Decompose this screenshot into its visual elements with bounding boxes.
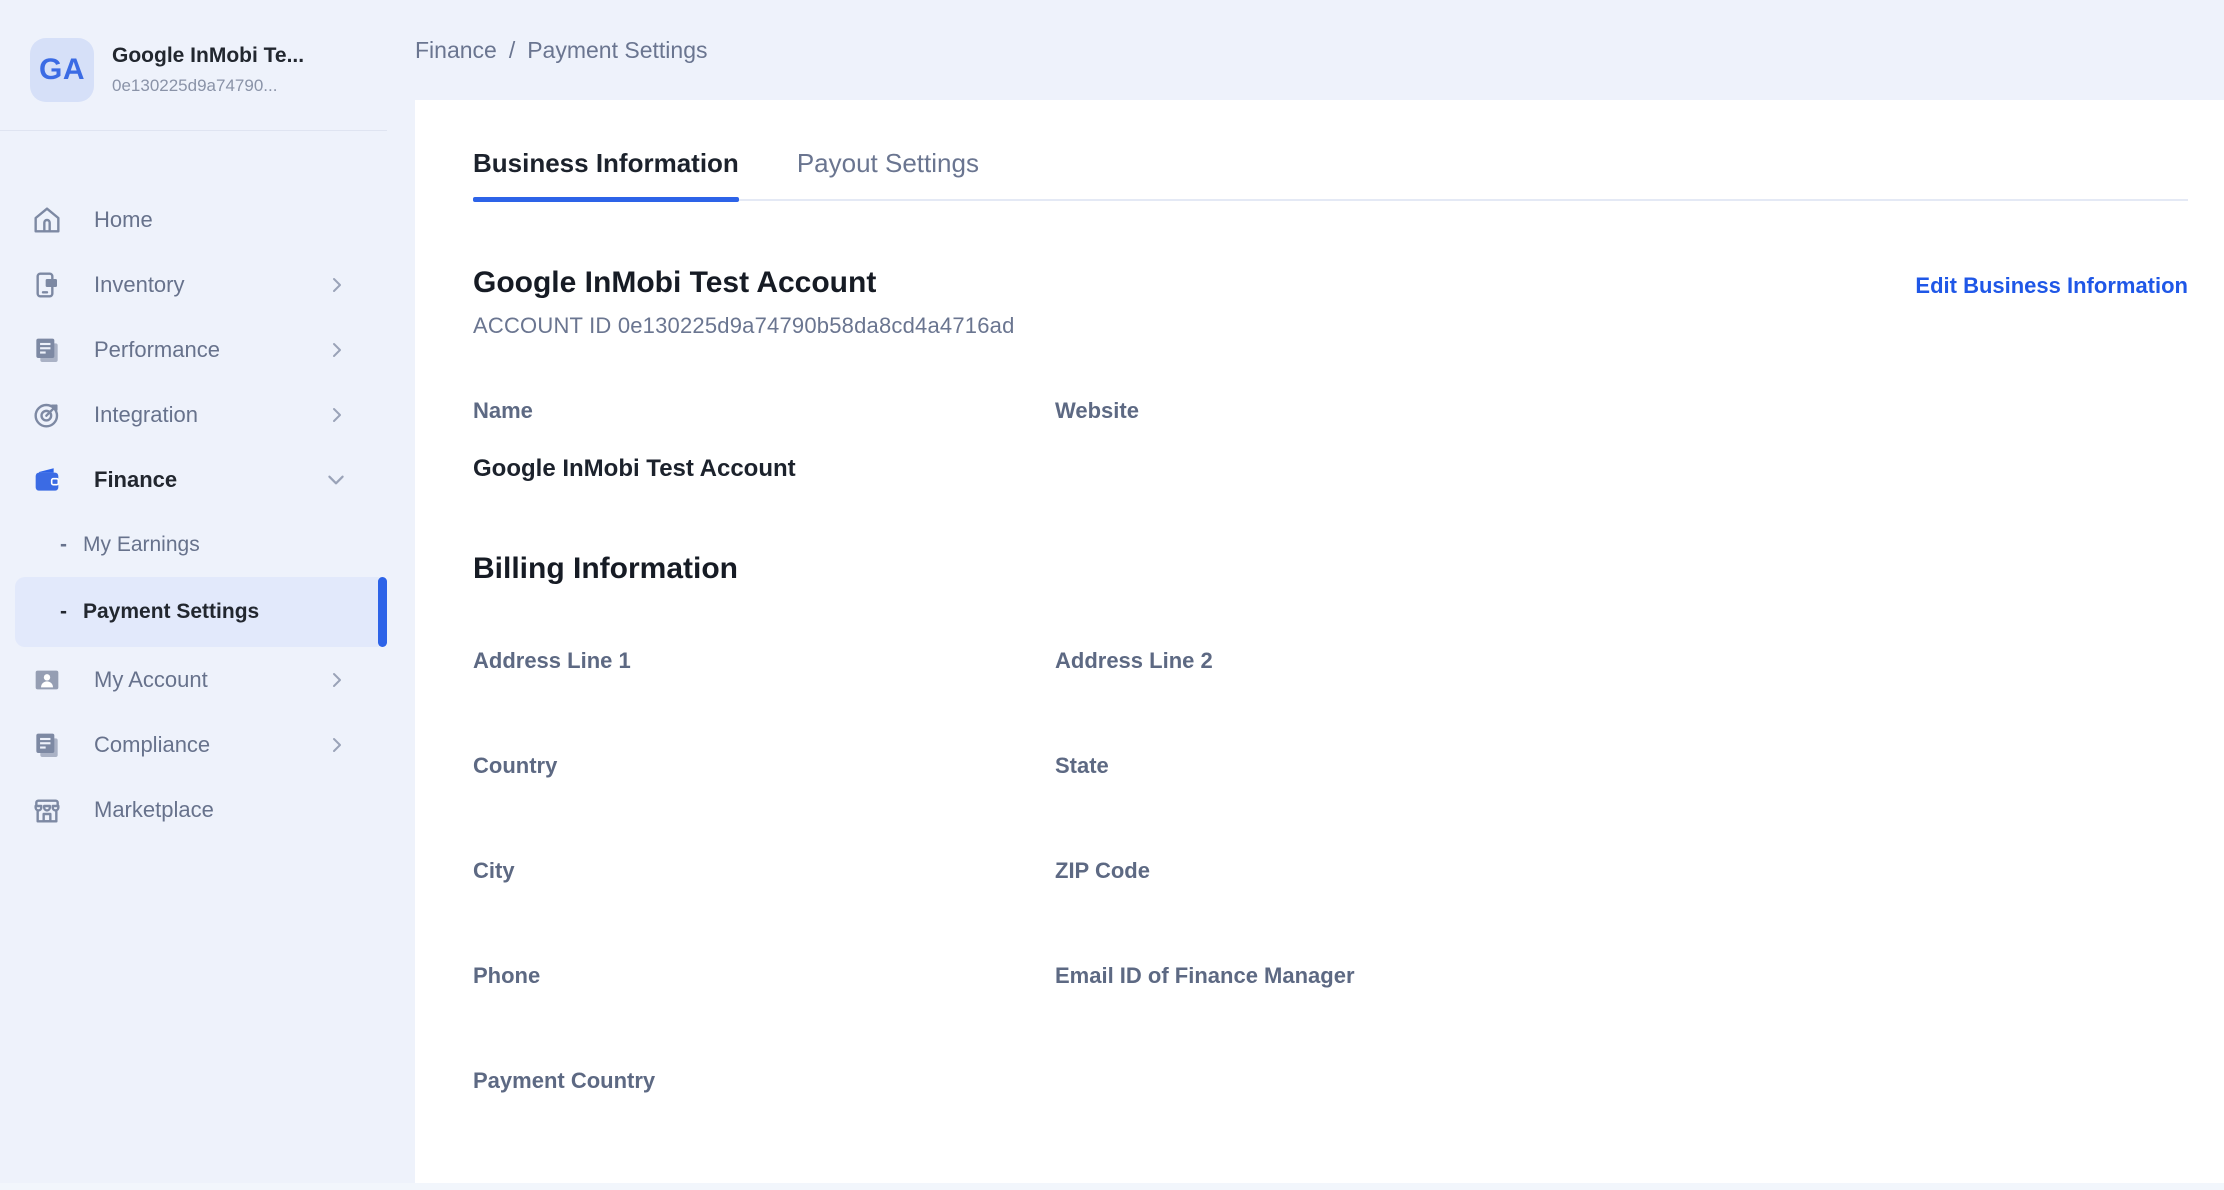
sidebar-item-label: My Earnings: [83, 533, 200, 557]
chevron-right-icon: [327, 340, 347, 360]
sidebar-item-compliance[interactable]: Compliance: [0, 712, 387, 777]
business-info-header: Google InMobi Test Account ACCOUNT ID 0e…: [473, 263, 2188, 339]
field-value: [473, 913, 1055, 945]
field-address-line-1: Address Line 1: [473, 647, 1055, 752]
field-label: City: [473, 857, 1055, 885]
field-zip-code: ZIP Code: [1055, 857, 2188, 962]
wallet-icon: [30, 463, 64, 497]
field-label: Payment Country: [473, 1067, 1055, 1095]
bottom-edge-strip: [0, 1183, 2224, 1190]
tab-business-information[interactable]: Business Information: [473, 148, 739, 199]
chevron-right-icon: [327, 670, 347, 690]
sidebar-item-finance[interactable]: Finance: [0, 447, 387, 512]
field-label: Website: [1055, 397, 2188, 425]
field-label: ZIP Code: [1055, 857, 2188, 885]
account-id-line: ACCOUNT ID 0e130225d9a74790b58da8cd4a471…: [473, 313, 1015, 339]
billing-information-heading: Billing Information: [473, 549, 2188, 589]
business-fields: Name Google InMobi Test Account Website: [473, 397, 2188, 485]
sidebar-item-label: Inventory: [94, 272, 185, 298]
breadcrumb-current: Payment Settings: [527, 37, 707, 64]
sidebar-item-payment-settings[interactable]: - Payment Settings: [15, 577, 387, 647]
account-id-value: 0e130225d9a74790b58da8cd4a4716ad: [618, 313, 1015, 338]
account-meta: Google InMobi Te... 0e130225d9a74790...: [112, 44, 304, 96]
field-value: [473, 808, 1055, 840]
field-value: [1055, 703, 2188, 735]
account-name: Google InMobi Te...: [112, 44, 304, 68]
field-website: Website: [1055, 397, 2188, 485]
edit-business-information-link[interactable]: Edit Business Information: [1915, 273, 2188, 299]
field-payment-country: Payment Country: [473, 1067, 1055, 1172]
sidebar-nav: Home Inventory: [0, 187, 387, 842]
sidebar-item-my-account[interactable]: My Account: [0, 647, 387, 712]
tab-payout-settings[interactable]: Payout Settings: [797, 148, 979, 199]
field-value: [1055, 808, 2188, 840]
field-label: Country: [473, 752, 1055, 780]
breadcrumb: Finance / Payment Settings: [387, 0, 2224, 100]
tab-bar: Business Information Payout Settings: [473, 100, 2188, 201]
sidebar-item-label: Integration: [94, 402, 198, 428]
account-avatar: GA: [30, 38, 94, 102]
chevron-right-icon: [327, 405, 347, 425]
field-value: Google InMobi Test Account: [473, 453, 1055, 485]
field-country: Country: [473, 752, 1055, 857]
field-phone: Phone: [473, 962, 1055, 1067]
sidebar-item-my-earnings[interactable]: - My Earnings: [0, 512, 387, 577]
sidebar-item-integration[interactable]: Integration: [0, 382, 387, 447]
field-label: Phone: [473, 962, 1055, 990]
chevron-right-icon: [327, 275, 347, 295]
field-value: [473, 703, 1055, 735]
sidebar-item-label: Compliance: [94, 732, 210, 758]
sidebar-divider: [0, 130, 387, 131]
field-city: City: [473, 857, 1055, 962]
chevron-down-icon: [325, 469, 347, 491]
sidebar-item-home[interactable]: Home: [0, 187, 387, 252]
dash-bullet: -: [60, 600, 67, 624]
page-title: Google InMobi Test Account: [473, 263, 1015, 303]
field-label: Address Line 2: [1055, 647, 2188, 675]
main-area: Finance / Payment Settings Business Info…: [387, 0, 2224, 1190]
sidebar-item-label: Home: [94, 207, 153, 233]
business-info-title-block: Google InMobi Test Account ACCOUNT ID 0e…: [473, 263, 1015, 339]
target-icon: [30, 398, 64, 432]
user-icon: [30, 663, 64, 697]
field-value: [473, 1018, 1055, 1050]
sidebar-item-label: My Account: [94, 667, 208, 693]
store-icon: [30, 793, 64, 827]
field-name: Name Google InMobi Test Account: [473, 397, 1055, 485]
home-icon: [30, 203, 64, 237]
breadcrumb-separator: /: [509, 37, 515, 64]
account-switcher[interactable]: GA Google InMobi Te... 0e130225d9a74790.…: [0, 38, 387, 102]
sidebar: GA Google InMobi Te... 0e130225d9a74790.…: [0, 0, 387, 1190]
device-icon: [30, 268, 64, 302]
sidebar-item-label: Finance: [94, 467, 177, 493]
field-value: [473, 1123, 1055, 1155]
field-label: Address Line 1: [473, 647, 1055, 675]
field-label: Email ID of Finance Manager: [1055, 962, 2188, 990]
sidebar-item-label: Performance: [94, 337, 220, 363]
field-value: [1055, 453, 2188, 485]
sidebar-item-inventory[interactable]: Inventory: [0, 252, 387, 317]
billing-fields: Address Line 1 Address Line 2 Country St…: [473, 647, 2188, 1172]
field-label: Name: [473, 397, 1055, 425]
account-id: 0e130225d9a74790...: [112, 76, 304, 96]
field-value: [1055, 1018, 2188, 1050]
sidebar-item-label: Payment Settings: [83, 600, 259, 624]
account-id-label: ACCOUNT ID: [473, 313, 612, 338]
report-icon: [30, 333, 64, 367]
sidebar-item-performance[interactable]: Performance: [0, 317, 387, 382]
field-value: [1055, 913, 2188, 945]
field-email-finance-manager: Email ID of Finance Manager: [1055, 962, 2188, 1067]
field-state: State: [1055, 752, 2188, 857]
payment-settings-panel: Business Information Payout Settings Goo…: [415, 100, 2224, 1183]
compliance-icon: [30, 728, 64, 762]
chevron-right-icon: [327, 735, 347, 755]
field-address-line-2: Address Line 2: [1055, 647, 2188, 752]
dash-bullet: -: [60, 533, 67, 557]
field-label: State: [1055, 752, 2188, 780]
breadcrumb-finance[interactable]: Finance: [415, 37, 497, 64]
sidebar-item-marketplace[interactable]: Marketplace: [0, 777, 387, 842]
sidebar-item-label: Marketplace: [94, 797, 214, 823]
